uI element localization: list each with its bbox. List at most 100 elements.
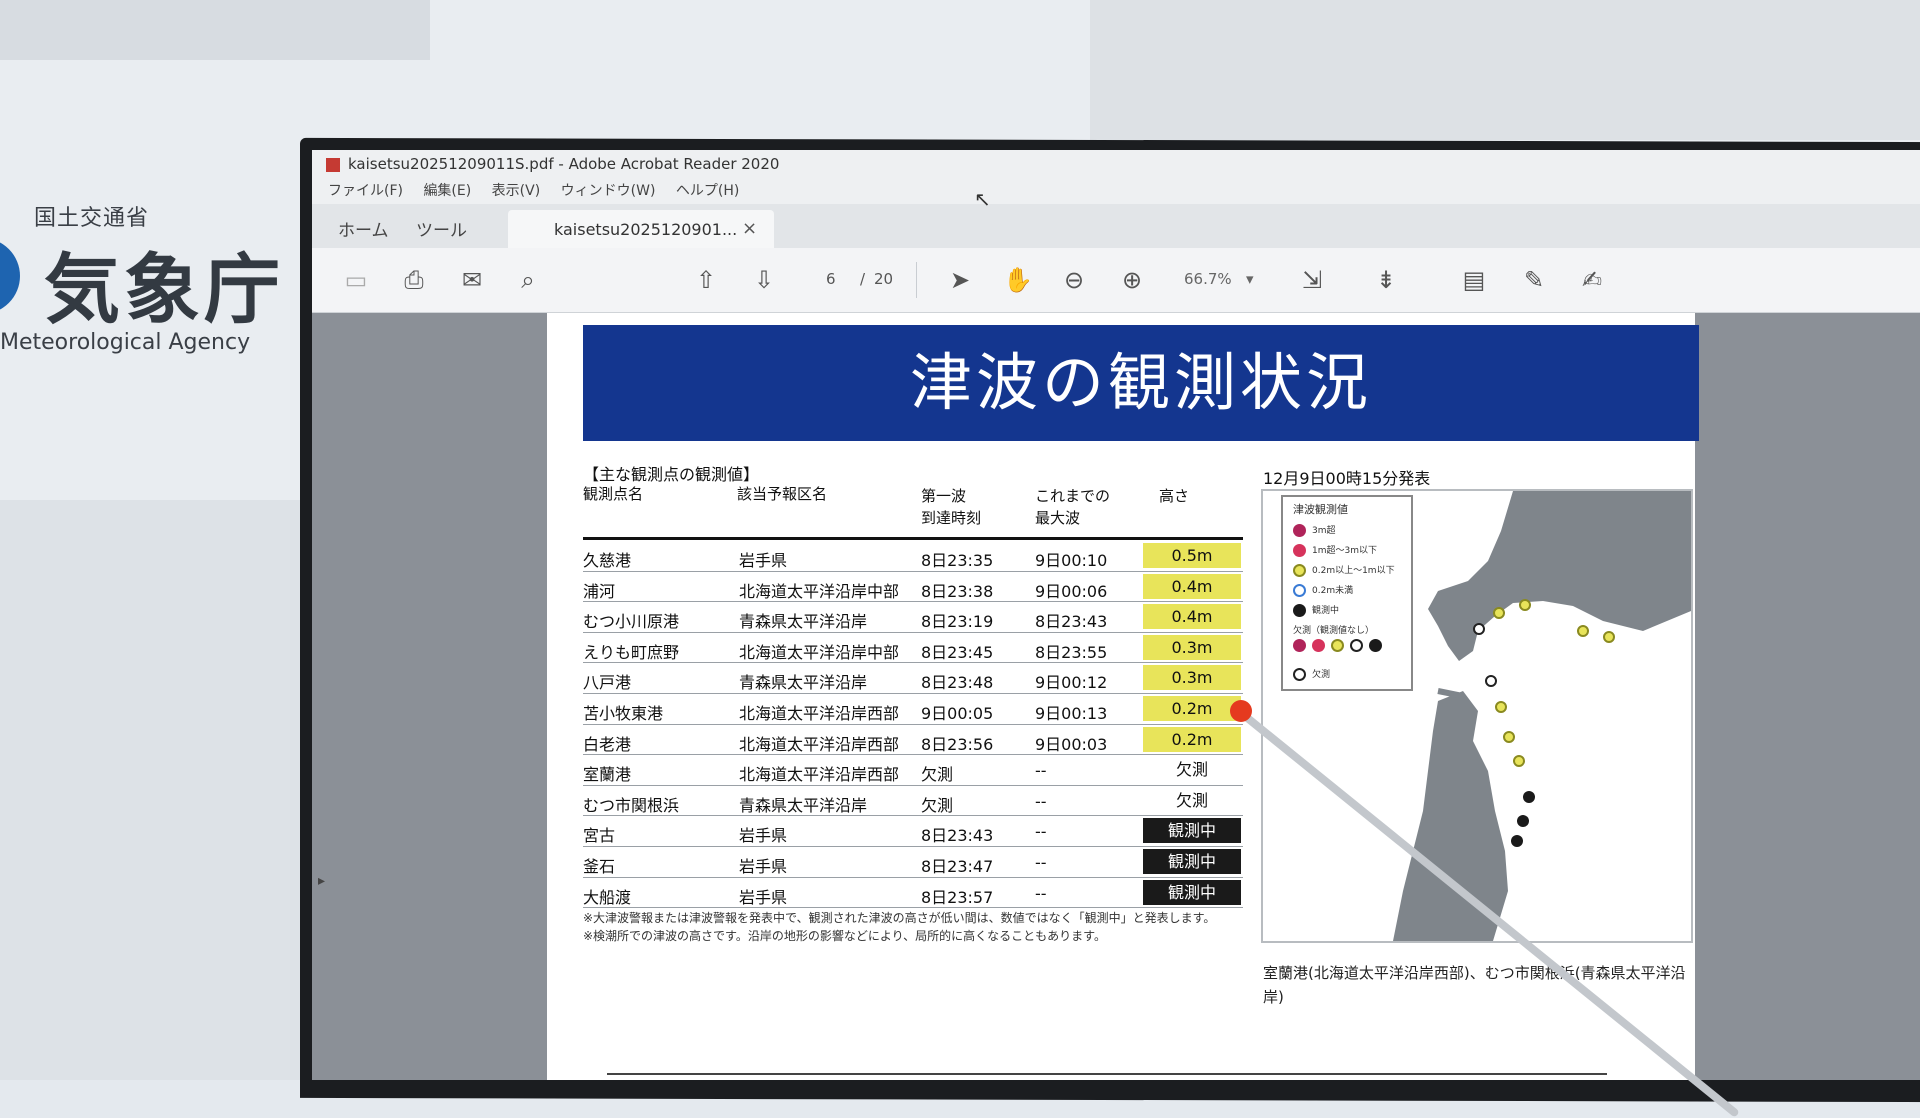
cell-max-wave: 9日00:13 (1035, 703, 1108, 723)
station-dot-yellow (1493, 607, 1505, 619)
cell-arrival: 8日23:35 (921, 551, 994, 570)
header-region: 該当予報区名 (737, 485, 828, 503)
cell-region: 岩手県 (739, 887, 788, 907)
zoom-level[interactable]: 66.7% (1184, 270, 1232, 288)
select-cursor-icon[interactable]: ➤ (944, 264, 976, 296)
legend-dot-icon (1293, 604, 1306, 617)
cell-max-wave: 9日00:10 (1035, 551, 1108, 570)
table-note: ※検潮所での津波の高さです。沿岸の地形の影響などにより、局所的に高くなることもあ… (583, 929, 1106, 943)
menu-edit[interactable]: 編集(E) (423, 183, 471, 199)
cell-region: 北海道太平洋沿岸西部 (739, 765, 900, 785)
cell-station: 八戸港 (583, 673, 632, 693)
table-note: ※大津波警報または津波警報を発表中で、観測された津波の高さが低い間は、数値ではな… (583, 911, 1216, 925)
station-dot-yellow (1603, 631, 1615, 643)
observation-table: 久慈港 岩手県 8日23:35 9日00:10 0.5m 浦河 北海道太平洋沿岸中部 8日23… (583, 541, 1243, 909)
cell-arrival: 8日23:47 (921, 856, 994, 876)
cell-height: 0.5m (1143, 543, 1241, 568)
cell-max-wave: -- (1035, 883, 1047, 903)
menu-file[interactable]: ファイル(F) (328, 183, 403, 199)
cell-height: 0.3m (1143, 634, 1241, 660)
comment-icon[interactable]: ▤ (1458, 264, 1490, 296)
page-separator: / (860, 270, 866, 288)
cell-max-wave: -- (1035, 822, 1047, 842)
logo-agency: 気象庁 (44, 245, 284, 334)
zoom-out-icon[interactable]: ⊖ (1058, 264, 1090, 296)
station-dot-yellow (1503, 731, 1515, 743)
table-row: 白老港 北海道太平洋沿岸西部 8日23:56 9日00:03 0.2m (583, 725, 1243, 756)
sign-icon[interactable]: ✍ (1576, 264, 1608, 296)
table-row: 八戸港 青森県太平洋沿岸 8日23:48 9日00:12 0.3m (583, 663, 1243, 694)
email-icon[interactable]: ✉ (456, 264, 488, 296)
hand-tool-icon[interactable]: ✋ (1002, 264, 1034, 296)
station-dot-yellow (1577, 625, 1589, 637)
cell-region: 北海道太平洋沿岸中部 (739, 581, 900, 601)
legend-dot-icon (1293, 524, 1306, 537)
tab-tools[interactable]: ツール (416, 216, 467, 241)
menu-window[interactable]: ウィンドウ(W) (561, 183, 656, 199)
cell-region: 青森県太平洋沿岸 (739, 612, 868, 632)
cell-region: 北海道太平洋沿岸西部 (739, 734, 900, 754)
station-dot-yellow (1513, 755, 1525, 767)
close-tab-icon[interactable]: × (742, 218, 757, 239)
legend-item: 欠測 (1293, 667, 1330, 681)
hokkaido-landmass (1428, 491, 1691, 661)
table-row: 大船渡 岩手県 8日23:57 -- 観測中 (583, 878, 1243, 909)
cell-arrival: 8日23:56 (921, 734, 994, 754)
cell-height: 欠測 (1175, 790, 1208, 810)
tab-home[interactable]: ホーム (338, 216, 389, 241)
header-first-wave: 第一波 (921, 487, 967, 505)
page-current[interactable]: 6 (826, 270, 836, 288)
wall-panel (0, 500, 300, 1080)
station-dot-observing (1523, 791, 1535, 803)
menu-bar: ファイル(F) 編集(E) 表示(V) ウィンドウ(W) ヘルプ(H) (312, 178, 1920, 204)
cell-max-wave: -- (1035, 761, 1047, 781)
highlight-pen-icon[interactable]: ✎ (1518, 264, 1550, 296)
acrobat-window: kaisetsu20251209011S.pdf - Adobe Acrobat… (312, 150, 1920, 1080)
header-so-far: これまでの (1035, 487, 1111, 505)
document-viewer[interactable]: ▸ 津波の観測状況 【主な観測点の観測値】 観測点名 該当予報区名 第一波 到達… (312, 313, 1920, 1080)
table-row: むつ市関根浜 青森県太平洋沿岸 欠測 -- 欠測 (583, 786, 1243, 817)
map-date: 12月9日00時15分発表 (1263, 469, 1431, 488)
station-dot-missing (1485, 675, 1497, 687)
prev-page-icon[interactable]: ⇧ (690, 264, 722, 296)
cell-region: 岩手県 (739, 856, 788, 876)
wall-panel (0, 0, 430, 60)
title-bar: kaisetsu20251209011S.pdf - Adobe Acrobat… (312, 150, 1920, 178)
cell-station: むつ市関根浜 (583, 795, 680, 815)
menu-help[interactable]: ヘルプ(H) (676, 183, 739, 199)
legend-item: 観測中 (1293, 603, 1339, 617)
fit-page-icon[interactable]: ⇲ (1296, 264, 1328, 296)
cell-region: 岩手県 (739, 826, 788, 846)
cell-arrival: 8日23:19 (921, 612, 994, 632)
tab-bar: ホーム ツール kaisetsu2025120901... × (312, 204, 1920, 248)
cell-arrival: 8日23:57 (921, 887, 994, 907)
search-icon[interactable]: ⌕ (512, 264, 544, 296)
cell-height: 観測中 (1143, 848, 1241, 874)
table-row: むつ小川原港 青森県太平洋沿岸 8日23:19 8日23:43 0.4m (583, 602, 1243, 633)
header-arrival: 到達時刻 (921, 509, 982, 527)
scroll-mode-icon[interactable]: ⇟ (1370, 264, 1402, 296)
station-dot-missing (1473, 623, 1485, 635)
next-page-icon[interactable]: ⇩ (748, 264, 780, 296)
tab-document-label: kaisetsu2025120901... (554, 220, 738, 239)
table-row: 宮古 岩手県 8日23:43 -- 観測中 (583, 816, 1243, 847)
page-total: 20 (874, 270, 894, 288)
legend-item: 3m超 (1293, 523, 1336, 537)
cell-arrival: 8日23:43 (921, 826, 994, 846)
save-icon[interactable]: ▭ (340, 264, 372, 296)
menu-view[interactable]: 表示(V) (492, 183, 541, 199)
zoom-in-icon[interactable]: ⊕ (1116, 264, 1148, 296)
cell-station: えりも町庶野 (583, 642, 680, 662)
left-panel-toggle-icon[interactable]: ▸ (318, 873, 325, 889)
print-icon[interactable]: ⎙ (398, 264, 430, 296)
pointer-tip-icon (1230, 700, 1252, 722)
cell-region: 青森県太平洋沿岸 (739, 673, 868, 693)
tab-document[interactable]: kaisetsu2025120901... × (508, 210, 774, 248)
toolbar-divider (916, 262, 917, 298)
table-row: 釜石 岩手県 8日23:47 -- 観測中 (583, 847, 1243, 878)
tsunami-map: 津波観測値 3m超 1m超～3m以下 0.2m以上～1m以下 0.2m未満 観測… (1261, 489, 1693, 943)
zoom-dropdown-icon[interactable]: ▾ (1246, 270, 1254, 288)
cell-height: 観測中 (1143, 818, 1241, 844)
legend-dot-icon (1293, 584, 1306, 597)
table-row: 浦河 北海道太平洋沿岸中部 8日23:38 9日00:06 0.4m (583, 572, 1243, 603)
